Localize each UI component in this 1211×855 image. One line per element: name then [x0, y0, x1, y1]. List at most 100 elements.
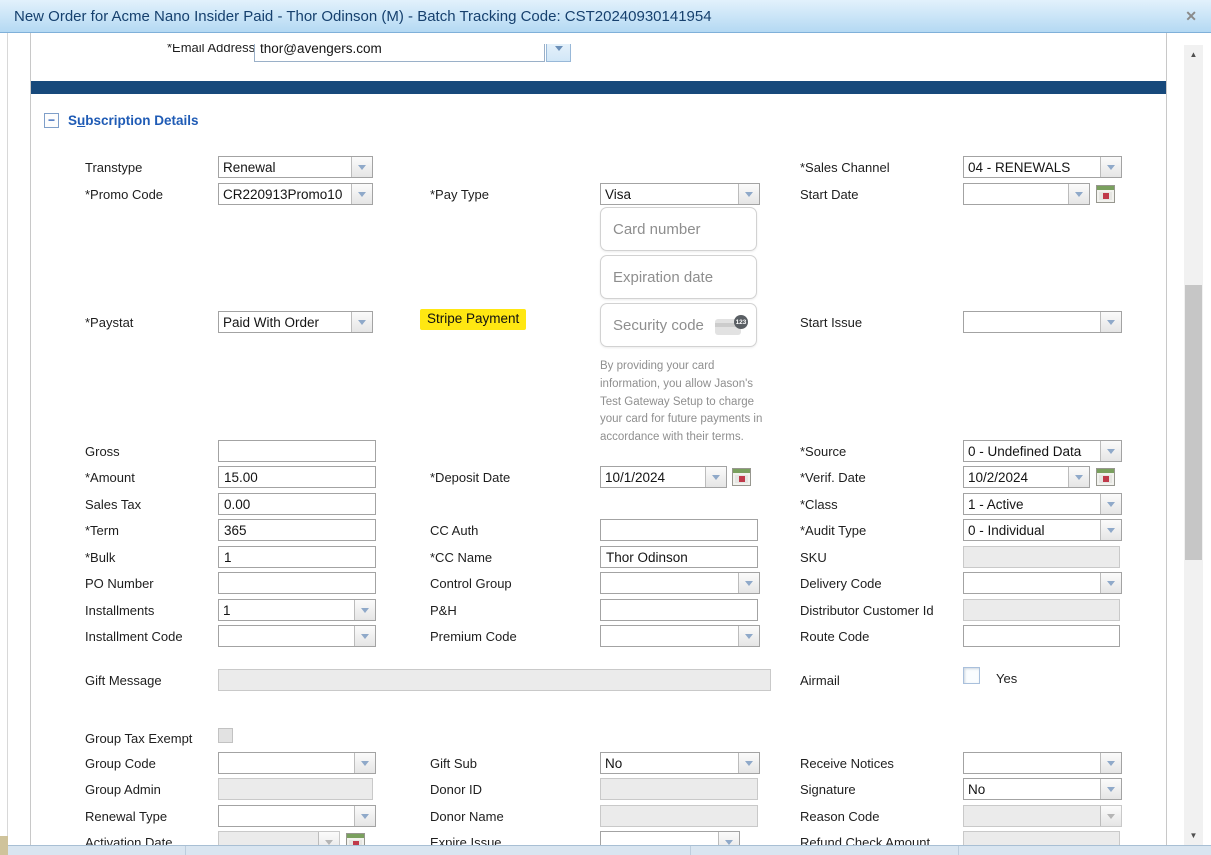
po-number-field[interactable]: [218, 572, 376, 594]
verif-date-select[interactable]: [963, 466, 1090, 488]
chevron-down-icon[interactable]: [738, 184, 759, 204]
term-field[interactable]: [218, 519, 376, 541]
source-value[interactable]: [964, 441, 1100, 461]
strip-divider: [185, 846, 186, 855]
delivery-code-value[interactable]: [964, 573, 1100, 593]
chevron-down-icon[interactable]: [1100, 520, 1121, 540]
verif-date-value[interactable]: [964, 467, 1068, 487]
promo-code-select[interactable]: [218, 183, 373, 205]
calendar-icon[interactable]: [732, 468, 751, 486]
sales-channel-value[interactable]: [964, 157, 1100, 177]
chevron-down-icon[interactable]: [1100, 157, 1121, 177]
chevron-down-icon[interactable]: [705, 467, 726, 487]
installment-code-select[interactable]: [218, 625, 376, 647]
pay-type-select[interactable]: [600, 183, 760, 205]
card-number-input[interactable]: [600, 207, 757, 251]
group-code-select[interactable]: [218, 752, 376, 774]
scroll-up-icon[interactable]: ▲: [1184, 46, 1203, 62]
ph-field[interactable]: [600, 599, 758, 621]
chevron-down-icon[interactable]: [354, 626, 375, 646]
underlying-window-strip: [0, 845, 1211, 855]
group-code-value[interactable]: [219, 753, 354, 773]
chevron-down-icon[interactable]: [1100, 573, 1121, 593]
installments-value[interactable]: [219, 600, 354, 620]
gross-field[interactable]: [218, 440, 376, 462]
sales-tax-field[interactable]: [218, 493, 376, 515]
class-value[interactable]: [964, 494, 1100, 514]
source-select[interactable]: [963, 440, 1122, 462]
promo-code-label: *Promo Code: [85, 187, 163, 202]
promo-code-value[interactable]: [219, 184, 351, 204]
distributor-customer-id-field: [963, 599, 1120, 621]
receive-notices-value[interactable]: [964, 753, 1100, 773]
chevron-down-icon[interactable]: [1100, 753, 1121, 773]
class-select[interactable]: [963, 493, 1122, 515]
installment-code-value[interactable]: [219, 626, 354, 646]
cc-name-field[interactable]: [600, 546, 758, 568]
deposit-date-value[interactable]: [601, 467, 705, 487]
calendar-icon[interactable]: [1096, 468, 1115, 486]
transtype-select[interactable]: [218, 156, 373, 178]
chevron-down-icon[interactable]: [1100, 312, 1121, 332]
chevron-down-icon[interactable]: [1068, 184, 1089, 204]
pay-type-value[interactable]: [601, 184, 738, 204]
route-code-label: Route Code: [800, 629, 869, 644]
subscription-details-header: − Subscription Details: [44, 113, 199, 128]
route-code-field[interactable]: [963, 625, 1120, 647]
audit-type-value[interactable]: [964, 520, 1100, 540]
dialog-left-edge: [7, 33, 8, 845]
audit-type-select[interactable]: [963, 519, 1122, 541]
control-group-value[interactable]: [601, 573, 738, 593]
transtype-value[interactable]: [219, 157, 351, 177]
start-date-select[interactable]: [963, 183, 1090, 205]
control-group-select[interactable]: [600, 572, 760, 594]
chevron-down-icon[interactable]: [351, 157, 372, 177]
scroll-down-icon[interactable]: ▼: [1184, 827, 1203, 843]
renewal-type-value[interactable]: [219, 806, 354, 826]
signature-select[interactable]: [963, 778, 1122, 800]
chevron-down-icon[interactable]: [1100, 441, 1121, 461]
sales-channel-select[interactable]: [963, 156, 1122, 178]
start-issue-value[interactable]: [964, 312, 1100, 332]
amount-field[interactable]: [218, 466, 376, 488]
calendar-icon[interactable]: [1096, 185, 1115, 203]
premium-code-select[interactable]: [600, 625, 760, 647]
chevron-down-icon[interactable]: [354, 753, 375, 773]
group-admin-field: [218, 778, 373, 800]
delivery-code-select[interactable]: [963, 572, 1122, 594]
installments-select[interactable]: [218, 599, 376, 621]
deposit-date-select[interactable]: [600, 466, 727, 488]
airmail-checkbox[interactable]: [963, 667, 980, 684]
signature-value[interactable]: [964, 779, 1100, 799]
chevron-down-icon[interactable]: [354, 600, 375, 620]
chevron-down-icon[interactable]: [351, 184, 372, 204]
chevron-down-icon[interactable]: [351, 312, 372, 332]
chevron-down-icon[interactable]: [1100, 779, 1121, 799]
collapse-icon[interactable]: −: [44, 113, 59, 128]
chevron-down-icon[interactable]: [738, 573, 759, 593]
chevron-down-icon[interactable]: [1100, 494, 1121, 514]
scrollbar-thumb[interactable]: [1185, 285, 1202, 560]
verif-date-label: *Verif. Date: [800, 470, 866, 485]
start-date-value[interactable]: [964, 184, 1068, 204]
renewal-type-select[interactable]: [218, 805, 376, 827]
expiration-date-wrap: [600, 255, 757, 299]
chevron-down-icon[interactable]: [738, 753, 759, 773]
reason-code-value: [964, 806, 1100, 826]
start-issue-select[interactable]: [963, 311, 1122, 333]
gift-sub-value[interactable]: [601, 753, 738, 773]
expiration-date-input[interactable]: [600, 255, 757, 299]
chevron-down-icon[interactable]: [354, 806, 375, 826]
cvc-badge: 123: [734, 315, 748, 329]
receive-notices-select[interactable]: [963, 752, 1122, 774]
bulk-field[interactable]: [218, 546, 376, 568]
gift-sub-select[interactable]: [600, 752, 760, 774]
paystat-value[interactable]: [219, 312, 351, 332]
donor-id-field: [600, 778, 758, 800]
paystat-select[interactable]: [218, 311, 373, 333]
close-icon[interactable]: ✕: [1185, 8, 1197, 25]
chevron-down-icon[interactable]: [1068, 467, 1089, 487]
chevron-down-icon[interactable]: [738, 626, 759, 646]
cc-auth-field[interactable]: [600, 519, 758, 541]
premium-code-value[interactable]: [601, 626, 738, 646]
